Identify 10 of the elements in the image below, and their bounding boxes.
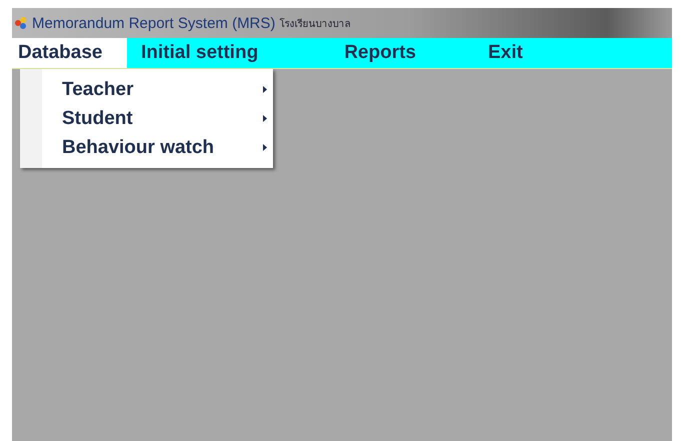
menu-item[interactable]: Exit [482, 38, 529, 68]
dropdown-item[interactable]: Student [42, 104, 273, 133]
menu-item[interactable]: Database [12, 38, 127, 68]
window-title: Memorandum Report System (MRS) [32, 14, 276, 32]
dropdown-item[interactable]: Teacher [42, 75, 273, 104]
window-subtitle: โรงเรียนบางบาล [279, 17, 350, 30]
app-icon [14, 16, 28, 30]
menu-item[interactable]: Initial setting [135, 38, 264, 68]
menu-item[interactable]: Reports [338, 38, 422, 68]
dropdown-item[interactable]: Behaviour watch [42, 133, 273, 162]
